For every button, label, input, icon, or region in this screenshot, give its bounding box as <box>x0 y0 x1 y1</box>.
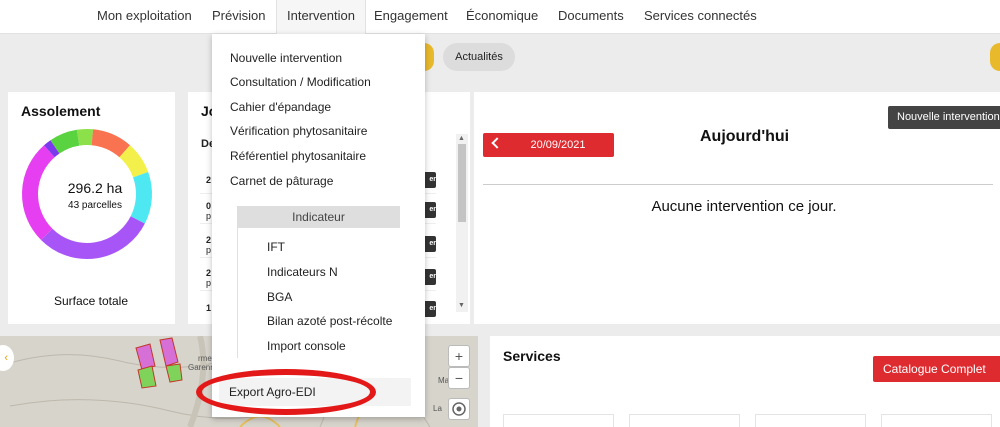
empty-state-message: Aucune intervention ce jour. <box>651 198 837 215</box>
locate-button[interactable] <box>448 398 470 420</box>
zoom-out-button[interactable]: − <box>448 367 470 389</box>
nav-mon-exploitation[interactable]: Mon exploitation <box>97 0 192 34</box>
scroll-up-icon[interactable]: ▲ <box>458 135 465 142</box>
indicateur-group-line <box>237 228 238 358</box>
menu-item-carnet-paturage[interactable]: Carnet de pâturage <box>230 174 333 188</box>
menu-item-import-console[interactable]: Import console <box>267 339 346 353</box>
indicateur-group-header: Indicateur <box>237 206 400 228</box>
nav-economique[interactable]: Économique <box>466 0 538 34</box>
service-tile[interactable] <box>503 414 614 427</box>
assolement-donut-chart[interactable] <box>8 124 175 274</box>
date-selector-button[interactable]: 20/09/2021 <box>483 133 614 157</box>
donut-segment-2[interactable] <box>44 140 60 158</box>
donut-segment-3[interactable] <box>50 129 80 154</box>
actualites-button[interactable]: Actualités <box>443 43 515 71</box>
chevron-left-icon <box>491 137 503 149</box>
current-date: 20/09/2021 <box>530 139 586 151</box>
donut-segment-5[interactable] <box>91 129 130 158</box>
parcel-shape <box>159 337 179 367</box>
service-tile[interactable] <box>881 414 992 427</box>
nav-prevision[interactable]: Prévision <box>212 0 265 34</box>
nav-intervention[interactable]: Intervention <box>276 0 366 34</box>
today-title: Aujourd'hui <box>700 128 790 145</box>
surface-totale-label: Surface totale <box>53 294 129 308</box>
menu-item-verification-phytosanitaire[interactable]: Vérification phytosanitaire <box>230 124 367 138</box>
journal-scrollbar[interactable]: ▲ ▼ <box>456 134 468 312</box>
services-title: Services <box>503 348 561 364</box>
user-dot[interactable] <box>990 43 1000 71</box>
service-tile[interactable] <box>629 414 740 427</box>
menu-item-export-agro-edi[interactable]: Export Agro-EDI <box>219 378 411 406</box>
nav-engagement[interactable]: Engagement <box>374 0 448 34</box>
nav-services-connectes[interactable]: Services connectés <box>644 0 757 34</box>
menu-item-indicateurs-n[interactable]: Indicateurs N <box>267 265 338 279</box>
assolement-card: Assolement 296.2 ha 43 parcelles Surface… <box>8 92 175 324</box>
menu-item-ift[interactable]: IFT <box>267 240 285 254</box>
service-tile[interactable] <box>755 414 866 427</box>
assolement-title: Assolement <box>21 103 101 119</box>
menu-item-bilan-azote[interactable]: Bilan azoté post-récolte <box>267 314 392 328</box>
top-navigation: Mon exploitation Prévision Intervention … <box>0 0 1000 34</box>
target-icon <box>452 402 466 416</box>
menu-item-cahier-epandage[interactable]: Cahier d'épandage <box>230 100 331 114</box>
menu-item-bga[interactable]: BGA <box>267 290 292 304</box>
map-place-label: La <box>433 404 442 413</box>
scroll-down-icon[interactable]: ▼ <box>458 302 465 309</box>
new-intervention-button[interactable]: Nouvelle intervention <box>888 106 1000 129</box>
parcel-shape <box>137 365 157 389</box>
donut-segment-4[interactable] <box>76 129 94 146</box>
zoom-in-button[interactable]: + <box>448 345 470 367</box>
menu-item-consultation-modification[interactable]: Consultation / Modification <box>230 75 371 89</box>
scrollbar-thumb[interactable] <box>458 144 466 222</box>
total-surface-value: 296.2 ha <box>67 180 123 196</box>
divider <box>483 184 993 185</box>
donut-segment-6[interactable] <box>119 145 149 178</box>
parcel-shape <box>165 363 183 383</box>
parcel-count: 43 parcelles <box>68 200 122 211</box>
menu-item-nouvelle-intervention[interactable]: Nouvelle intervention <box>230 51 342 65</box>
menu-item-referentiel-phytosanitaire[interactable]: Référentiel phytosanitaire <box>230 149 366 163</box>
catalogue-complet-button[interactable]: Catalogue Complet <box>873 356 1000 382</box>
donut-segment-0[interactable] <box>41 215 145 259</box>
nav-documents[interactable]: Documents <box>558 0 624 34</box>
